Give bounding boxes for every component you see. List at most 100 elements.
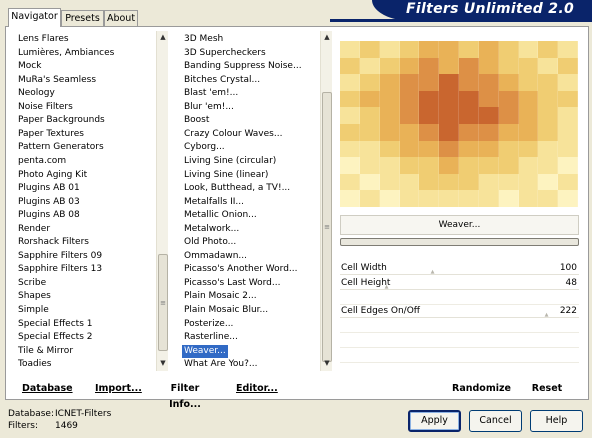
scroll-down-icon[interactable]: ▼ xyxy=(322,358,332,369)
list-item[interactable]: Sapphire Filters 09 xyxy=(16,250,102,263)
category-list[interactable]: Lens Flares Lumières, Ambiances Mock MuRa's… xyxy=(16,31,156,371)
preview-cell xyxy=(498,140,519,158)
preview-cell xyxy=(518,57,539,75)
preview-cell xyxy=(518,74,539,91)
list-item[interactable]: Bitches Crystal... xyxy=(182,74,260,87)
list-item[interactable]: Cyborg... xyxy=(182,141,225,154)
filter-scroll-thumb[interactable]: ≡ xyxy=(322,92,332,362)
randomize-label: Randomize xyxy=(452,383,511,394)
list-item[interactable]: Plain Mosaic Blur... xyxy=(182,304,268,317)
list-item[interactable]: Lens Flares xyxy=(16,33,69,46)
list-item[interactable]: Render xyxy=(16,223,50,236)
list-item[interactable]: Special Effects 2 xyxy=(16,331,92,344)
param-cell-width[interactable]: Cell Width ▲ 100 xyxy=(340,261,579,275)
filter-info-label: Filter Info... xyxy=(169,383,201,410)
preview-cell xyxy=(498,124,519,141)
list-item[interactable]: Blast 'em!... xyxy=(182,87,238,100)
preview-cell xyxy=(538,41,559,58)
list-item[interactable]: Metalwork... xyxy=(182,223,239,236)
list-item[interactable]: Living Sine (circular) xyxy=(182,155,276,168)
preview-cell xyxy=(419,157,440,174)
preview-cell xyxy=(379,190,400,207)
list-item[interactable]: Tile & Mirror xyxy=(16,345,73,358)
preview-cell xyxy=(379,173,400,191)
list-item[interactable]: Blur 'em!... xyxy=(182,101,234,114)
list-item[interactable]: Metallic Onion... xyxy=(182,209,257,222)
list-item[interactable]: Simple xyxy=(16,304,49,317)
list-item[interactable]: Special Effects 1 xyxy=(16,318,92,331)
list-item[interactable]: Ommadawn... xyxy=(182,250,247,263)
list-item[interactable]: Plugins AB 08 xyxy=(16,209,80,222)
list-item[interactable]: Old Photo... xyxy=(182,236,236,249)
scroll-up-icon[interactable]: ▲ xyxy=(322,32,332,43)
help-button[interactable]: Help xyxy=(530,410,583,432)
list-item[interactable]: Toadies xyxy=(16,358,51,371)
list-item[interactable]: Paper Backgrounds xyxy=(16,114,105,127)
preview-cell xyxy=(379,107,400,124)
list-item[interactable]: Mock xyxy=(16,60,41,73)
preview-cell xyxy=(340,124,360,141)
list-item[interactable]: 3D Mesh xyxy=(182,33,223,46)
list-item[interactable]: Scribe xyxy=(16,277,46,290)
list-item[interactable]: Rorshack Filters xyxy=(16,236,89,249)
filter-name-button[interactable]: Weaver... xyxy=(340,215,579,235)
param-cell-edges[interactable]: Cell Edges On/Off ▲ 222 xyxy=(340,304,579,318)
list-item[interactable]: Picasso's Another Word... xyxy=(182,263,298,276)
preview-cell xyxy=(459,74,479,91)
editor-button[interactable]: Editor... xyxy=(236,381,278,397)
list-item[interactable]: Pattern Generators xyxy=(16,141,104,154)
preview-cell xyxy=(478,190,499,207)
list-item[interactable]: What Are You?... xyxy=(182,358,257,371)
list-item[interactable]: 3D Supercheckers xyxy=(182,47,266,60)
cancel-button[interactable]: Cancel xyxy=(469,410,522,432)
preview-cell xyxy=(340,173,360,191)
list-item[interactable]: Paper Textures xyxy=(16,128,84,141)
import-button[interactable]: Import... xyxy=(95,381,142,397)
scroll-up-icon[interactable]: ▲ xyxy=(158,32,168,43)
list-item[interactable]: Lumières, Ambiances xyxy=(16,47,114,60)
preview-cell xyxy=(379,74,400,91)
preview-cell xyxy=(498,74,519,91)
apply-button[interactable]: Apply xyxy=(408,410,461,432)
list-item[interactable]: Neology xyxy=(16,87,55,100)
list-item[interactable]: Living Sine (linear) xyxy=(182,169,268,182)
list-item[interactable]: penta.com xyxy=(16,155,66,168)
preview-cell xyxy=(439,41,459,58)
list-item[interactable]: Plain Mosaic 2... xyxy=(182,290,257,303)
reset-button[interactable]: Reset xyxy=(531,381,563,397)
preview-cell xyxy=(558,190,578,207)
list-item[interactable]: Look, Butthead, a TV!... xyxy=(182,182,290,195)
list-item[interactable]: Noise Filters xyxy=(16,101,73,114)
database-button[interactable]: Database xyxy=(22,381,73,397)
filter-scrollbar[interactable]: ▲ ≡ ▼ xyxy=(320,31,332,371)
list-item[interactable]: Plugins AB 01 xyxy=(16,182,80,195)
preview-cell xyxy=(558,41,578,58)
category-scrollbar[interactable]: ▲ ≡ ▼ xyxy=(156,31,168,371)
list-item[interactable]: Shapes xyxy=(16,290,51,303)
list-item[interactable]: Weaver... xyxy=(182,344,228,358)
filter-info-button[interactable]: Filter Info... xyxy=(158,381,212,410)
preview-cell xyxy=(419,41,440,58)
tab-navigator[interactable]: Navigator xyxy=(8,8,61,27)
list-item[interactable]: Posterize... xyxy=(182,318,233,331)
list-item[interactable]: Picasso's Last Word... xyxy=(182,277,280,290)
list-item[interactable]: Photo Aging Kit xyxy=(16,169,87,182)
scroll-down-icon[interactable]: ▼ xyxy=(158,358,168,369)
filter-list[interactable]: 3D Mesh 3D Supercheckers Banding Suppress … xyxy=(182,31,320,371)
list-item[interactable]: Sapphire Filters 13 xyxy=(16,263,102,276)
param-cell-height[interactable]: Cell Height ▲ 48 xyxy=(340,276,579,290)
list-item[interactable]: Rasterline... xyxy=(182,331,238,344)
filters-count-label: Filters: xyxy=(8,421,39,431)
preview-cell xyxy=(538,107,559,124)
list-item[interactable]: Crazy Colour Waves... xyxy=(182,128,282,141)
randomize-button[interactable]: Randomize xyxy=(452,381,511,397)
list-item[interactable]: Metalfalls II... xyxy=(182,196,244,209)
list-item[interactable]: MuRa's Seamless xyxy=(16,74,96,87)
list-item[interactable]: Plugins AB 03 xyxy=(16,196,80,209)
list-item[interactable]: Boost xyxy=(182,114,209,127)
list-item[interactable]: Banding Suppress Noise... xyxy=(182,60,302,73)
tab-about[interactable]: About xyxy=(104,10,138,26)
tab-presets[interactable]: Presets xyxy=(61,10,104,26)
preview-cell xyxy=(538,190,559,207)
category-scroll-thumb[interactable]: ≡ xyxy=(158,254,168,351)
